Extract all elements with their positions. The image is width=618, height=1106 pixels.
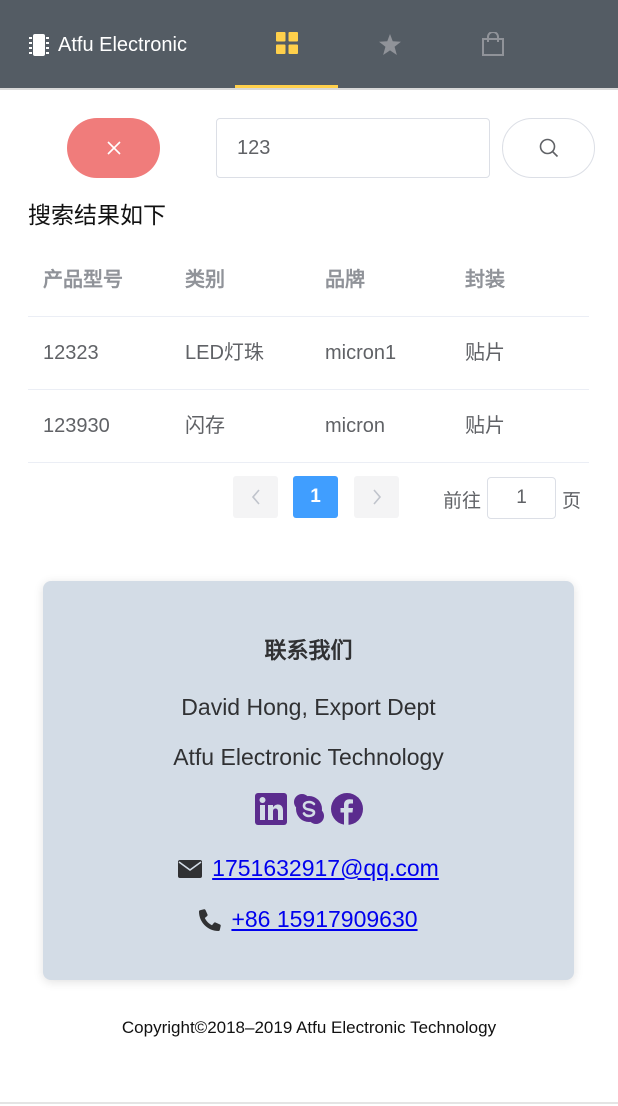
contact-name: David Hong, Export Dept [181, 694, 436, 720]
column-header-model[interactable]: 产品型号 [43, 244, 123, 316]
goto-label: 前往 [443, 491, 482, 512]
prev-page-button[interactable] [233, 476, 278, 518]
phone-row: +86 15917909630 [43, 906, 574, 933]
grid-icon [275, 31, 298, 54]
tab-cart[interactable] [441, 0, 544, 88]
cell-model: 12323 [43, 342, 99, 364]
copyright-text: Copyright©2018–2019 Atfu Electronic Tech… [121, 1018, 497, 1037]
brand[interactable]: Atfu Electronic [28, 30, 187, 60]
cell-model: 123930 [43, 415, 110, 437]
next-page-button[interactable] [354, 476, 399, 518]
contact-title: 联系我们 [264, 638, 353, 663]
results-table: 产品型号 类别 品牌 封装 12323 LED灯珠 micron1 贴片 123… [28, 244, 589, 463]
column-header-brand[interactable]: 品牌 [325, 244, 365, 316]
page-number-current[interactable]: 1 [293, 476, 338, 518]
chip-icon [29, 34, 49, 56]
results-heading: 搜索结果如下 [28, 202, 166, 228]
table-row[interactable]: 12323 LED灯珠 micron1 贴片 [28, 317, 589, 390]
phone-link[interactable]: +86 15917909630 [231, 906, 417, 933]
search-input[interactable] [216, 118, 490, 178]
star-icon [378, 33, 401, 55]
table-header-row: 产品型号 类别 品牌 封装 [28, 244, 589, 317]
table-row[interactable]: 123930 闪存 micron 贴片 [28, 390, 589, 463]
email-link[interactable]: 1751632917@qq.com [212, 855, 439, 882]
linkedin-icon[interactable] [254, 793, 287, 825]
social-links [43, 793, 574, 825]
column-header-category[interactable]: 类别 [185, 244, 225, 316]
shopping-bag-icon [481, 32, 504, 56]
top-nav-bar: Atfu Electronic [0, 0, 618, 90]
page-unit-label: 页 [562, 491, 582, 512]
skype-icon[interactable] [293, 793, 325, 825]
bottom-divider [0, 1102, 618, 1104]
chevron-right-icon [372, 489, 381, 505]
goto-page-input[interactable] [487, 477, 556, 519]
cell-brand: micron [325, 415, 386, 437]
cell-category: 闪存 [185, 415, 225, 437]
contact-card: 联系我们 David Hong, Export Dept Atfu Electr… [43, 581, 574, 980]
cell-package: 贴片 [465, 415, 505, 437]
facebook-icon[interactable] [330, 793, 363, 825]
cell-package: 贴片 [465, 342, 505, 364]
column-header-package[interactable]: 封装 [465, 244, 505, 316]
cell-category: LED灯珠 [185, 342, 264, 364]
phone-icon [199, 908, 222, 931]
envelope-icon [178, 859, 203, 878]
tab-favorites[interactable] [338, 0, 441, 88]
brand-name: Atfu Electronic [58, 33, 187, 56]
email-row: 1751632917@qq.com [43, 855, 574, 882]
clear-button[interactable] [67, 118, 160, 178]
tab-grid[interactable] [235, 0, 338, 88]
chevron-left-icon [251, 489, 260, 505]
contact-company: Atfu Electronic Technology [173, 744, 444, 770]
search-icon [539, 138, 558, 158]
search-button[interactable] [502, 118, 595, 178]
cell-brand: micron1 [325, 342, 397, 364]
close-icon [106, 141, 121, 155]
